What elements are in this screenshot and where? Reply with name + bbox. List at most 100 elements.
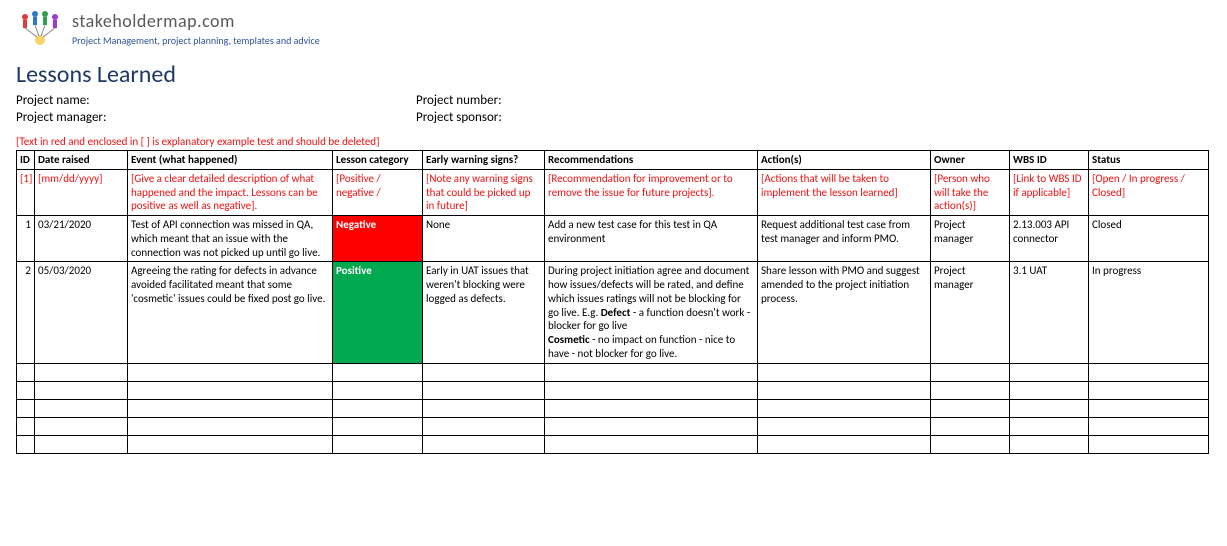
empty-cell — [35, 363, 128, 381]
empty-cell — [333, 435, 423, 453]
empty-cell — [423, 363, 545, 381]
col-status: Status — [1089, 151, 1209, 170]
empty-cell — [333, 399, 423, 417]
empty-row — [17, 381, 1209, 399]
cell-owner: Project manager — [931, 216, 1010, 262]
empty-cell — [931, 363, 1010, 381]
empty-cell — [931, 435, 1010, 453]
empty-cell — [931, 399, 1010, 417]
brand-logo-icon — [16, 8, 64, 48]
col-id: ID — [17, 151, 35, 170]
cell-warning: None — [423, 216, 545, 262]
empty-cell — [128, 363, 333, 381]
empty-row — [17, 399, 1209, 417]
cell-actions: Share lesson with PMO and suggest amende… — [758, 262, 931, 363]
brand-tagline: Project Management, project planning, te… — [72, 34, 320, 47]
empty-cell — [423, 417, 545, 435]
cell-status: In progress — [1089, 262, 1209, 363]
project-name-label: Project name: — [16, 93, 416, 108]
guide-owner: [Person who will take the action(s)] — [931, 169, 1010, 215]
empty-cell — [758, 435, 931, 453]
cell-owner: Project manager — [931, 262, 1010, 363]
col-category: Lesson category — [333, 151, 423, 170]
meta-row-2: Project manager: Project sponsor: — [16, 110, 1211, 125]
empty-cell — [758, 399, 931, 417]
empty-cell — [545, 381, 758, 399]
guide-warning: [Note any warning signs that could be pi… — [423, 169, 545, 215]
guide-event: [Give a clear detailed description of wh… — [128, 169, 333, 215]
empty-cell — [128, 417, 333, 435]
empty-cell — [1089, 381, 1209, 399]
empty-cell — [35, 381, 128, 399]
cell-id: 2 — [17, 262, 35, 363]
cell-warning: Early in UAT issues that weren't blockin… — [423, 262, 545, 363]
brand-name: stakeholdermap.com — [72, 10, 320, 32]
empty-cell — [545, 399, 758, 417]
empty-cell — [17, 363, 35, 381]
col-owner: Owner — [931, 151, 1010, 170]
cell-date: 05/03/2020 — [35, 262, 128, 363]
empty-cell — [931, 417, 1010, 435]
empty-cell — [35, 417, 128, 435]
guide-id: [1] — [17, 169, 35, 215]
empty-cell — [128, 435, 333, 453]
empty-cell — [423, 399, 545, 417]
guide-status: [Open / In progress / Closed] — [1089, 169, 1209, 215]
cell-wbs: 2.13.003 API connector — [1010, 216, 1089, 262]
empty-cell — [1089, 435, 1209, 453]
empty-row — [17, 417, 1209, 435]
empty-cell — [1089, 399, 1209, 417]
empty-cell — [1089, 417, 1209, 435]
explanatory-note: [Text in red and enclosed in [ ] is expl… — [16, 135, 1211, 148]
meta-row-1: Project name: Project number: — [16, 93, 1211, 108]
cell-date: 03/21/2020 — [35, 216, 128, 262]
guide-actions: [Actions that will be taken to implement… — [758, 169, 931, 215]
cell-status: Closed — [1089, 216, 1209, 262]
col-actions: Action(s) — [758, 151, 931, 170]
cell-event: Test of API connection was missed in QA,… — [128, 216, 333, 262]
cell-recommendations: During project initiation agree and docu… — [545, 262, 758, 363]
table-body: [1][mm/dd/yyyy][Give a clear detailed de… — [17, 169, 1209, 453]
empty-cell — [758, 363, 931, 381]
empty-cell — [333, 381, 423, 399]
table-row: 103/21/2020Test of API connection was mi… — [17, 216, 1209, 262]
guide-date: [mm/dd/yyyy] — [35, 169, 128, 215]
empty-cell — [758, 417, 931, 435]
table-row: 205/03/2020Agreeing the rating for defec… — [17, 262, 1209, 363]
empty-cell — [17, 381, 35, 399]
empty-cell — [1089, 363, 1209, 381]
empty-cell — [35, 399, 128, 417]
empty-cell — [545, 363, 758, 381]
empty-cell — [17, 399, 35, 417]
page-title: Lessons Learned — [16, 60, 1211, 89]
cell-category: Negative — [333, 216, 423, 262]
empty-row — [17, 435, 1209, 453]
cell-category: Positive — [333, 262, 423, 363]
col-warning: Early warning signs? — [423, 151, 545, 170]
guide-wbs: [Link to WBS ID if applicable] — [1010, 169, 1089, 215]
empty-row — [17, 363, 1209, 381]
empty-cell — [1010, 435, 1089, 453]
lessons-table: ID Date raised Event (what happened) Les… — [16, 150, 1209, 454]
project-number-label: Project number: — [416, 93, 502, 108]
empty-cell — [17, 417, 35, 435]
empty-cell — [423, 435, 545, 453]
empty-cell — [931, 381, 1010, 399]
col-wbs: WBS ID — [1010, 151, 1089, 170]
empty-cell — [758, 381, 931, 399]
brand-header: stakeholdermap.com Project Management, p… — [16, 8, 1211, 48]
col-event: Event (what happened) — [128, 151, 333, 170]
empty-cell — [17, 435, 35, 453]
cell-event: Agreeing the rating for defects in advan… — [128, 262, 333, 363]
empty-cell — [333, 363, 423, 381]
guide-row: [1][mm/dd/yyyy][Give a clear detailed de… — [17, 169, 1209, 215]
cell-wbs: 3.1 UAT — [1010, 262, 1089, 363]
guide-category: [Positive / negative / — [333, 169, 423, 215]
empty-cell — [545, 435, 758, 453]
empty-cell — [1010, 381, 1089, 399]
empty-cell — [423, 381, 545, 399]
guide-recommendations: [Recommendation for improvement or to re… — [545, 169, 758, 215]
empty-cell — [1010, 399, 1089, 417]
project-manager-label: Project manager: — [16, 110, 416, 125]
cell-actions: Request additional test case from test m… — [758, 216, 931, 262]
